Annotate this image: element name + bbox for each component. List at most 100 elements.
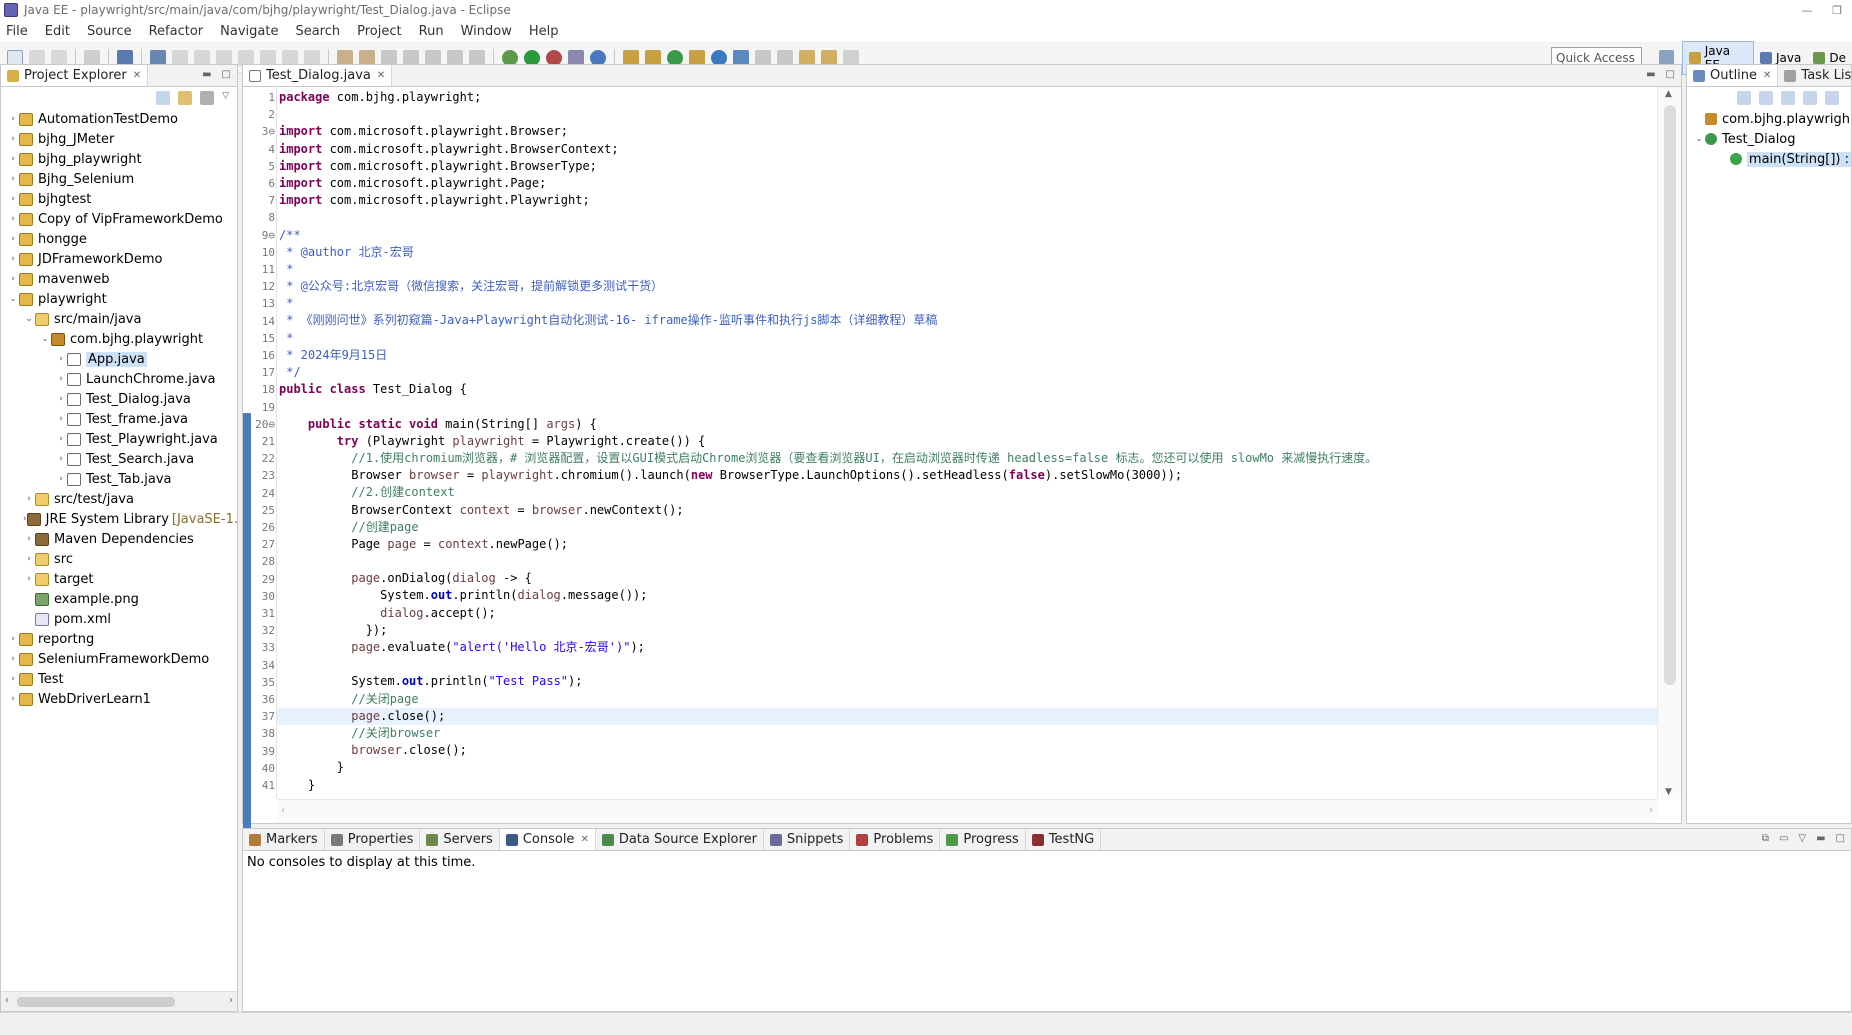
collapsed-arrow-icon[interactable]: › xyxy=(55,454,67,464)
collapsed-arrow-icon[interactable]: › xyxy=(55,474,67,484)
tab-console[interactable]: Console ✕ xyxy=(499,829,596,850)
menu-window[interactable]: Window xyxy=(461,24,512,39)
code-line[interactable]: //2.创建context xyxy=(277,484,1657,501)
code-line[interactable]: browser.close(); xyxy=(277,742,1657,759)
hide-non-public-icon[interactable] xyxy=(1825,91,1839,105)
code-line[interactable]: /** xyxy=(277,227,1657,244)
code-line[interactable]: import com.microsoft.playwright.BrowserC… xyxy=(277,141,1657,158)
tree-item[interactable]: › Test_Dialog.java xyxy=(3,389,237,409)
code-line[interactable]: } xyxy=(277,759,1657,776)
code-line[interactable] xyxy=(277,106,1657,123)
menu-navigate[interactable]: Navigate xyxy=(220,24,278,39)
tree-item[interactable]: example.png xyxy=(3,589,237,609)
code-line[interactable]: * 2024年9月15日 xyxy=(277,347,1657,364)
code-line[interactable]: * @公众号:北京宏哥（微信搜索，关注宏哥，提前解锁更多测试干货） xyxy=(277,278,1657,295)
collapsed-arrow-icon[interactable]: › xyxy=(23,494,35,504)
tree-item[interactable]: › AutomationTestDemo xyxy=(3,109,237,129)
close-icon[interactable]: ✕ xyxy=(1763,70,1771,81)
menu-file[interactable]: File xyxy=(6,24,28,39)
code-line[interactable]: //关闭page xyxy=(277,691,1657,708)
tree-item[interactable]: › App.java xyxy=(3,349,237,369)
view-menu-icon[interactable]: ▽ xyxy=(1798,833,1806,844)
menu-source[interactable]: Source xyxy=(87,24,132,39)
tab-project-explorer[interactable]: Project Explorer ✕ xyxy=(1,65,149,86)
tree-item[interactable]: › reportng xyxy=(3,629,237,649)
tree-item[interactable]: › src xyxy=(3,549,237,569)
menu-help[interactable]: Help xyxy=(529,24,559,39)
tab-outline[interactable]: Outline ✕ xyxy=(1687,65,1779,86)
tree-item[interactable]: pom.xml xyxy=(3,609,237,629)
collapsed-arrow-icon[interactable]: › xyxy=(55,434,67,444)
close-icon[interactable]: ✕ xyxy=(133,70,141,81)
code-line[interactable]: * xyxy=(277,330,1657,347)
tab-snippets[interactable]: Snippets xyxy=(764,829,851,850)
tab-test-dialog[interactable]: Test_Dialog.java ✕ xyxy=(243,65,393,86)
code-line[interactable]: import com.microsoft.playwright.Page; xyxy=(277,175,1657,192)
tab-task-list[interactable]: Task List xyxy=(1778,65,1852,86)
code-line[interactable]: * @author 北京-宏哥 xyxy=(277,244,1657,261)
tab-properties[interactable]: Properties xyxy=(325,829,421,850)
collapsed-arrow-icon[interactable]: › xyxy=(55,374,67,384)
tab-testng[interactable]: TestNG xyxy=(1026,829,1102,850)
code-line[interactable]: BrowserContext context = browser.newCont… xyxy=(277,502,1657,519)
hide-static-icon[interactable] xyxy=(1803,91,1817,105)
collapsed-arrow-icon[interactable]: › xyxy=(7,634,19,644)
code-line[interactable] xyxy=(277,398,1657,415)
collapse-all-icon[interactable] xyxy=(1759,91,1773,105)
maximize-icon[interactable]: □ xyxy=(222,69,231,80)
code-line[interactable]: */ xyxy=(277,364,1657,381)
collapsed-arrow-icon[interactable]: › xyxy=(7,174,19,184)
scroll-down-icon[interactable]: ▼ xyxy=(1665,787,1672,797)
collapse-all-icon[interactable] xyxy=(156,91,171,105)
horizontal-scrollbar[interactable]: ‹ › xyxy=(277,799,1657,823)
outline-item[interactable]: main(String[]) : xyxy=(1689,149,1851,169)
scroll-left-icon[interactable]: ‹ xyxy=(5,995,9,1006)
tree-item[interactable]: › bjhg_JMeter xyxy=(3,129,237,149)
code-line[interactable]: //关闭browser xyxy=(277,725,1657,742)
tree-item[interactable]: › src/test/java xyxy=(3,489,237,509)
tree-item[interactable]: › mavenweb xyxy=(3,269,237,289)
collapsed-arrow-icon[interactable]: › xyxy=(7,674,19,684)
tree-item[interactable]: › hongge xyxy=(3,229,237,249)
view-menu-icon[interactable]: ▽ xyxy=(222,91,229,105)
tree-item[interactable]: › Test xyxy=(3,669,237,689)
hide-fields-icon[interactable] xyxy=(1781,91,1795,105)
tab-progress[interactable]: Progress xyxy=(940,829,1026,850)
tab-data-source-explorer[interactable]: Data Source Explorer xyxy=(596,829,764,850)
collapsed-arrow-icon[interactable]: › xyxy=(55,414,67,424)
tree-item[interactable]: › Test_Tab.java xyxy=(3,469,237,489)
tab-problems[interactable]: Problems xyxy=(850,829,941,850)
tree-item[interactable]: › target xyxy=(3,569,237,589)
tree-item[interactable]: › bjhg_playwright xyxy=(3,149,237,169)
expanded-arrow-icon[interactable]: ⌄ xyxy=(1693,134,1705,144)
close-icon[interactable]: ✕ xyxy=(377,70,385,81)
scroll-right-icon[interactable]: › xyxy=(1649,805,1653,816)
minimize-icon[interactable]: — xyxy=(1792,0,1822,20)
scrollbar-thumb[interactable] xyxy=(1664,105,1676,685)
code-line[interactable]: //创建page xyxy=(277,519,1657,536)
scroll-left-icon[interactable]: ‹ xyxy=(281,805,285,816)
menu-search[interactable]: Search xyxy=(295,24,340,39)
tree-item[interactable]: › JDFrameworkDemo xyxy=(3,249,237,269)
code-line[interactable]: import com.microsoft.playwright.Browser; xyxy=(277,123,1657,140)
display-console-icon[interactable]: ▭ xyxy=(1779,833,1788,844)
code-line[interactable]: * xyxy=(277,295,1657,312)
scroll-right-icon[interactable]: › xyxy=(229,995,233,1006)
collapsed-arrow-icon[interactable]: › xyxy=(23,574,35,584)
tree-item[interactable]: › bjhgtest xyxy=(3,189,237,209)
code-line[interactable]: Browser browser = playwright.chromium().… xyxy=(277,467,1657,484)
maximize-icon[interactable]: □ xyxy=(1666,69,1675,80)
code-line[interactable]: System.out.println(dialog.message()); xyxy=(277,587,1657,604)
close-icon[interactable]: ✕ xyxy=(580,834,588,845)
code-line[interactable] xyxy=(277,209,1657,226)
expanded-arrow-icon[interactable]: ⌄ xyxy=(39,334,51,344)
outline-item[interactable]: ⌄ Test_Dialog xyxy=(1689,129,1851,149)
tree-item[interactable]: › Copy of VipFrameworkDemo xyxy=(3,209,237,229)
tree-item[interactable]: ⌄ src/main/java xyxy=(3,309,237,329)
collapsed-arrow-icon[interactable]: › xyxy=(7,154,19,164)
collapsed-arrow-icon[interactable]: › xyxy=(7,214,19,224)
code-line[interactable]: System.out.println("Test Pass"); xyxy=(277,673,1657,690)
collapsed-arrow-icon[interactable]: › xyxy=(7,254,19,264)
code-line[interactable] xyxy=(277,656,1657,673)
code-line[interactable]: }); xyxy=(277,622,1657,639)
